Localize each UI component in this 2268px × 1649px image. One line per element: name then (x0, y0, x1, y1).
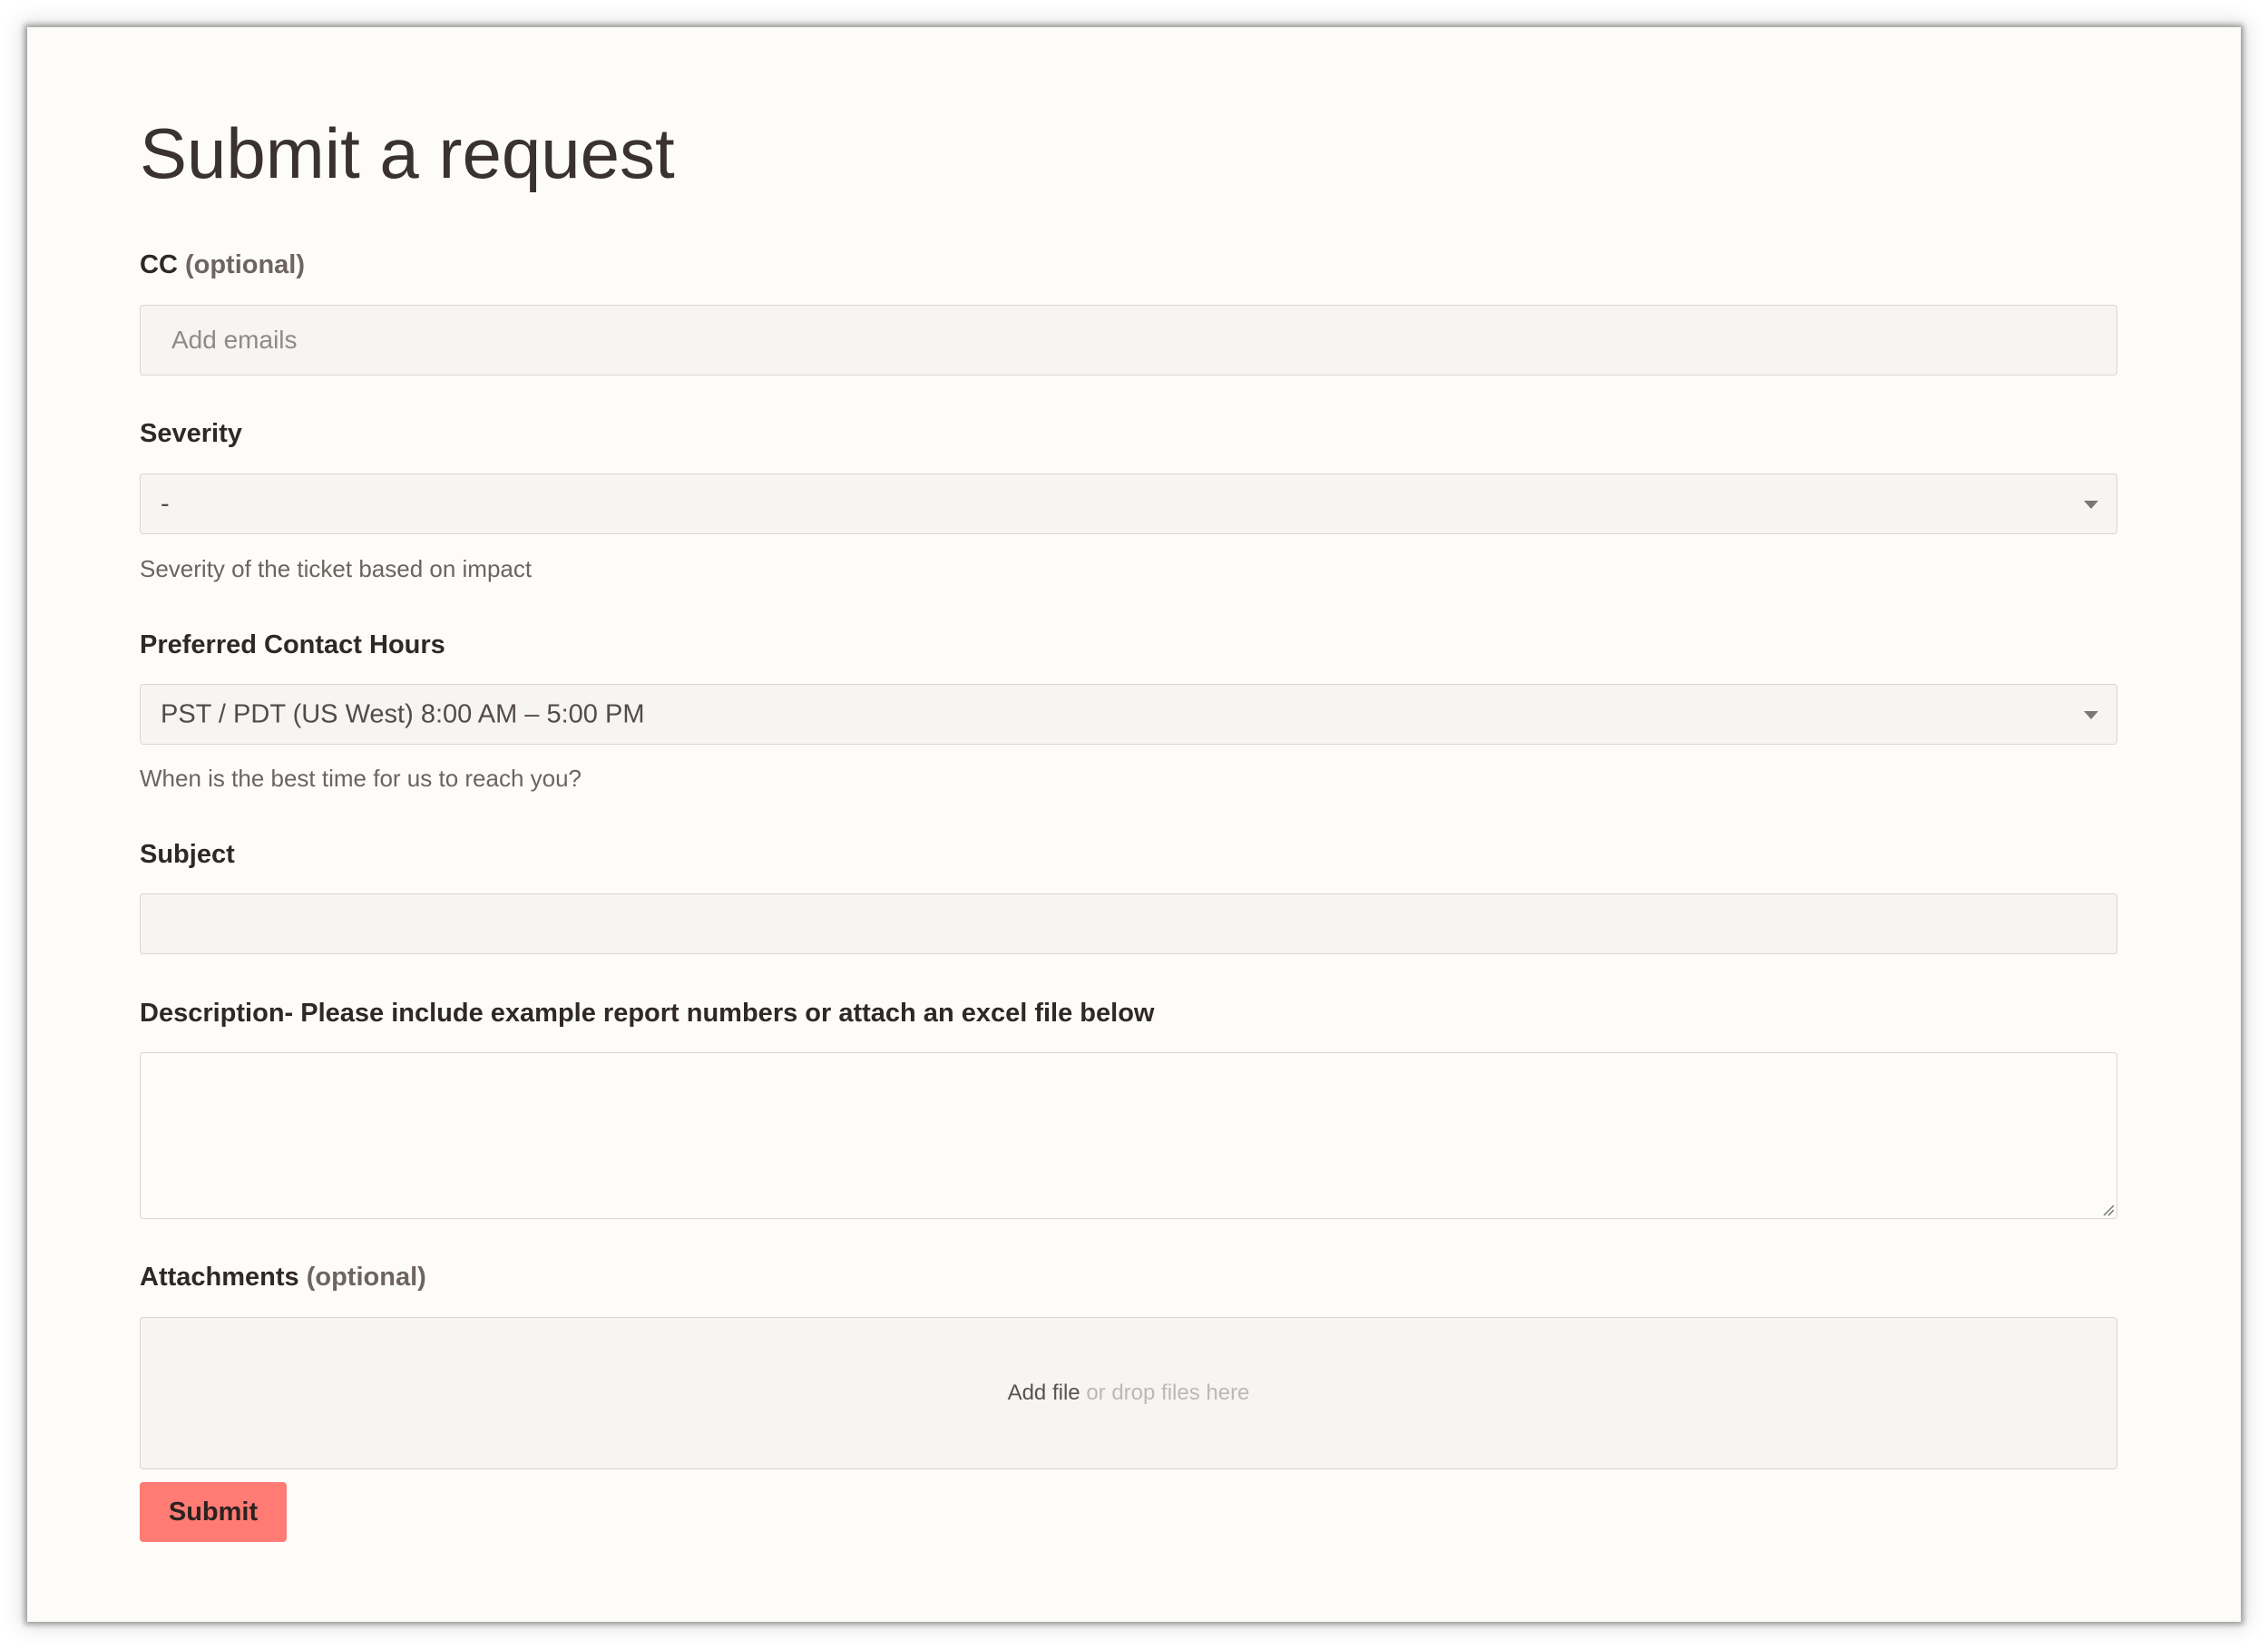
chevron-down-icon (2084, 500, 2098, 509)
cc-label-text: CC (140, 250, 178, 279)
severity-hint: Severity of the ticket based on impact (140, 555, 533, 582)
subject-label: Subject (140, 840, 235, 869)
attachments-label-text: Attachments (140, 1263, 299, 1292)
severity-label: Severity (140, 419, 242, 448)
severity-selected-value: - (161, 489, 170, 518)
page-title: Submit a request (140, 113, 675, 193)
cc-field[interactable] (140, 305, 2117, 376)
attachments-dropzone[interactable]: Add file or drop files here (140, 1317, 2117, 1469)
contact-hours-selected-value: PST / PDT (US West) 8:00 AM – 5:00 PM (161, 699, 645, 728)
subject-field[interactable] (140, 893, 2117, 954)
cc-email-input[interactable] (141, 306, 2116, 375)
dropzone-text: Add file or drop files here (1008, 1381, 1250, 1406)
description-label: Description- Please include example repo… (140, 999, 1155, 1028)
cc-optional-tag: (optional) (184, 250, 306, 279)
resize-handle-icon[interactable] (2100, 1202, 2115, 1216)
chevron-down-icon (2084, 710, 2098, 719)
contact-hours-select[interactable]: PST / PDT (US West) 8:00 AM – 5:00 PM (140, 684, 2117, 745)
cc-label: CC (optional) (140, 250, 305, 280)
description-textarea[interactable] (140, 1052, 2117, 1219)
add-file-link[interactable]: Add file (1008, 1381, 1080, 1405)
submit-button[interactable]: Submit (140, 1482, 287, 1542)
attachments-label: Attachments (optional) (140, 1263, 426, 1293)
contact-hours-label: Preferred Contact Hours (140, 630, 445, 659)
browser-window: Submit a request CC (optional) Severity … (27, 27, 2241, 1622)
subject-input[interactable] (141, 894, 2116, 953)
drop-files-hint: or drop files here (1086, 1381, 1250, 1405)
attachments-optional-tag: (optional) (306, 1263, 426, 1292)
contact-hours-hint: When is the best time for us to reach yo… (140, 765, 582, 792)
severity-select[interactable]: - (140, 473, 2117, 534)
